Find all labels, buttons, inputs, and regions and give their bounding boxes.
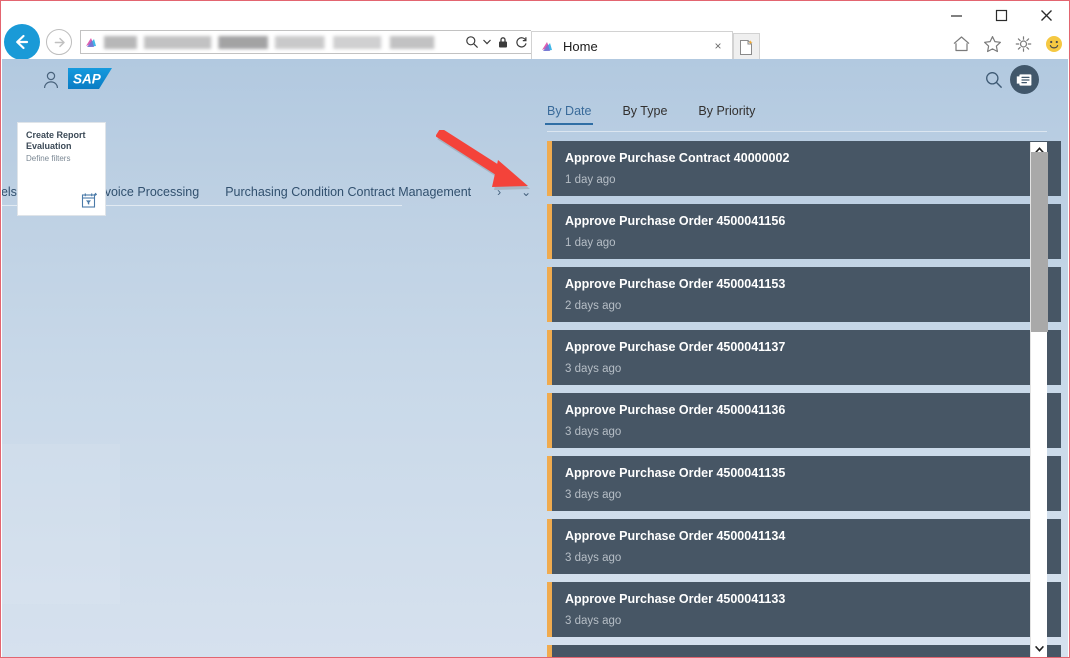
- notification-title: Approve Purchase Order 4500041156: [565, 214, 786, 228]
- priority-accent-bar: [547, 582, 552, 637]
- settings-gear-icon[interactable]: [1012, 33, 1034, 55]
- scrollbar-thumb[interactable]: [1031, 152, 1048, 332]
- maximize-button[interactable]: [979, 1, 1024, 29]
- site-favicon: [86, 38, 96, 47]
- tile-column-strip: [2, 444, 17, 604]
- back-button[interactable]: [4, 24, 40, 60]
- notification-panel: By Date By Type By Priority Approve Purc…: [525, 59, 1061, 657]
- notification-tabs: By Date By Type By Priority: [544, 104, 786, 131]
- priority-accent-bar: [547, 204, 552, 259]
- home-icon[interactable]: [950, 33, 972, 55]
- priority-accent-bar: [547, 456, 552, 511]
- notification-timestamp: 2 days ago: [565, 300, 622, 312]
- tile-title: Create Report Evaluation: [26, 130, 86, 151]
- scroll-down-arrow-icon[interactable]: [1031, 640, 1048, 657]
- vertical-scrollbar[interactable]: [1030, 142, 1048, 657]
- chevron-right-icon[interactable]: ›: [497, 185, 501, 199]
- address-url-text[interactable]: [104, 35, 458, 49]
- notification-card[interactable]: Approve Purchase Order 4500041134 3 days…: [547, 519, 1061, 574]
- dropdown-arrow-icon[interactable]: [481, 31, 493, 53]
- notification-title: Approve Purchase Order 4500041135: [565, 466, 786, 480]
- notification-timestamp: 3 days ago: [565, 489, 622, 501]
- priority-accent-bar: [547, 393, 552, 448]
- notification-timestamp: 1 day ago: [565, 174, 616, 186]
- navigation-toolbar: [1, 23, 532, 61]
- favorites-star-icon[interactable]: [981, 33, 1003, 55]
- tab-by-date[interactable]: By Date: [544, 104, 594, 125]
- new-tab-button[interactable]: [733, 33, 760, 60]
- notification-card[interactable]: Approve Purchase Order 4500041133 3 days…: [547, 582, 1061, 637]
- close-button[interactable]: [1024, 1, 1069, 29]
- notification-title: Approve Purchase Order 4500041134: [565, 529, 786, 543]
- notification-timestamp: 3 days ago: [565, 426, 622, 438]
- notification-timestamp: 3 days ago: [565, 363, 622, 375]
- smiley-feedback-icon[interactable]: [1043, 33, 1065, 55]
- notification-timestamp: 3 days ago: [565, 552, 622, 564]
- window-controls: [934, 1, 1069, 29]
- notification-card[interactable]: Approve Purchase Order 4500041136 3 days…: [547, 393, 1061, 448]
- notification-timestamp: 3 days ago: [565, 615, 622, 627]
- notification-card[interactable]: Approve Purchase Order 4500041135 3 days…: [547, 456, 1061, 511]
- minimize-button[interactable]: [934, 1, 979, 29]
- notification-card[interactable]: Approve Purchase Order 4500041153 2 days…: [547, 267, 1061, 322]
- notification-tabs-divider: [547, 131, 1047, 132]
- notification-card[interactable]: Approve Purchase Order 4500041156 1 day …: [547, 204, 1061, 259]
- notification-title: Approve Purchase Order 4500041137: [565, 340, 786, 354]
- notification-card[interactable]: Approve Purchase Contract 40000002 1 day…: [547, 141, 1061, 196]
- notification-timestamp: 1 day ago: [565, 237, 616, 249]
- notification-list[interactable]: Approve Purchase Contract 40000002 1 day…: [547, 141, 1062, 657]
- priority-accent-bar: [547, 645, 552, 657]
- notification-card[interactable]: Approve Purchase Order 4500041137 3 days…: [547, 330, 1061, 385]
- tile-create-report-evaluation[interactable]: Create Report Evaluation Define filters: [17, 122, 106, 216]
- notification-card[interactable]: ×: [547, 645, 1061, 657]
- user-icon[interactable]: [42, 70, 60, 90]
- tab-home[interactable]: Home ×: [531, 31, 733, 60]
- svg-text:SAP: SAP: [73, 72, 102, 87]
- nav-link-purchasing-condition-contract-management[interactable]: Purchasing Condition Contract Management: [225, 185, 471, 199]
- notification-title: Approve Purchase Order 4500041153: [565, 277, 786, 291]
- tab-close-icon[interactable]: ×: [710, 38, 726, 54]
- notification-title: Approve Purchase Contract 40000002: [565, 151, 790, 165]
- tab-by-type[interactable]: By Type: [622, 104, 667, 125]
- browser-window: Home × SAP ls Supplier Invoice Processin…: [0, 0, 1070, 658]
- lock-icon: [493, 31, 512, 53]
- notification-title: Approve Purchase Order 4500041133: [565, 592, 786, 606]
- tile-subtitle: Define filters: [26, 154, 71, 163]
- browser-toolbar-icons: [950, 29, 1065, 59]
- tile-group-column: [2, 444, 120, 604]
- tab-title: Home: [563, 38, 598, 54]
- priority-accent-bar: [547, 519, 552, 574]
- sap-fiori-shell: SAP dels Supplie: [2, 59, 1068, 657]
- sap-logo[interactable]: SAP: [68, 68, 112, 89]
- address-bar[interactable]: [80, 30, 532, 54]
- tab-by-priority[interactable]: By Priority: [698, 104, 755, 125]
- priority-accent-bar: [547, 141, 552, 196]
- priority-accent-bar: [547, 267, 552, 322]
- nav-link-models[interactable]: dels: [2, 185, 17, 199]
- priority-accent-bar: [547, 330, 552, 385]
- search-icon[interactable]: [462, 31, 481, 53]
- notification-title: Approve Purchase Order 4500041136: [565, 403, 786, 417]
- forward-button[interactable]: [46, 29, 72, 55]
- refresh-icon[interactable]: [512, 31, 531, 53]
- tab-favicon: [542, 42, 552, 51]
- calendar-filter-icon: [81, 192, 98, 209]
